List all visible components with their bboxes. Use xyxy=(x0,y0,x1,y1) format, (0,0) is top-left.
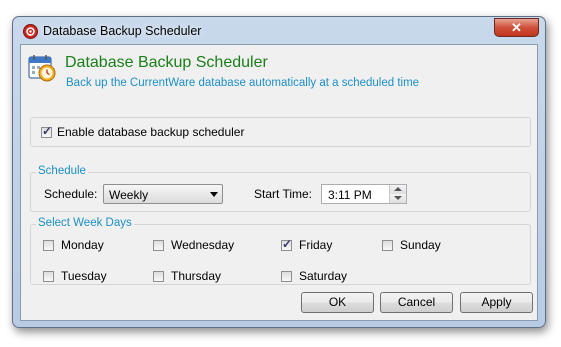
sunday-checkbox[interactable] xyxy=(382,240,393,251)
start-time-input[interactable]: 3:11 PM xyxy=(321,184,407,204)
header-subtitle: Back up the CurrentWare database automat… xyxy=(66,77,420,89)
thursday-checkbox[interactable] xyxy=(153,271,164,282)
chevron-down-icon xyxy=(210,192,218,197)
enable-scheduler-label: Enable database backup scheduler xyxy=(57,125,245,139)
enable-scheduler-checkbox[interactable] xyxy=(41,124,52,138)
wednesday-checkbox[interactable] xyxy=(153,240,164,251)
calendar-clock-icon xyxy=(28,55,56,82)
cancel-button[interactable]: Cancel xyxy=(380,292,453,313)
wednesday-label: Wednesday xyxy=(171,238,235,252)
saturday-label: Saturday xyxy=(299,269,348,283)
tuesday-checkbox[interactable] xyxy=(43,271,54,282)
sunday-label: Sunday xyxy=(400,238,441,252)
monday-checkbox[interactable] xyxy=(43,240,54,251)
week-days-legend: Select Week Days xyxy=(36,217,134,229)
dialog-content: Database Backup Scheduler Back up the Cu… xyxy=(20,44,538,321)
time-spinner[interactable] xyxy=(389,185,406,203)
monday-label: Monday xyxy=(61,238,104,252)
dialog-window: Database Backup Scheduler ✕ Database Bac… xyxy=(12,16,546,328)
apply-button[interactable]: Apply xyxy=(460,292,533,313)
title-bar[interactable]: Database Backup Scheduler ✕ xyxy=(13,17,545,45)
spin-down-icon[interactable] xyxy=(390,194,406,203)
week-days-group: Select Week Days Monday Wednesday Friday… xyxy=(30,217,531,285)
spin-up-icon[interactable] xyxy=(390,185,406,194)
header-title: Database Backup Scheduler xyxy=(65,54,268,71)
thursday-label: Thursday xyxy=(171,269,222,283)
friday-checkbox[interactable] xyxy=(281,237,292,251)
schedule-legend: Schedule xyxy=(36,165,88,177)
app-logo-icon xyxy=(23,24,38,39)
ok-button[interactable]: OK xyxy=(301,292,374,313)
tuesday-label: Tuesday xyxy=(61,269,107,283)
friday-label: Friday xyxy=(299,238,333,252)
schedule-select[interactable]: Weekly xyxy=(103,184,223,204)
start-time-value: 3:11 PM xyxy=(328,188,372,202)
close-icon: ✕ xyxy=(511,20,522,35)
enable-group: Enable database backup scheduler xyxy=(30,117,531,147)
start-time-label: Start Time: xyxy=(254,187,313,201)
schedule-value: Weekly xyxy=(109,188,149,202)
window-title: Database Backup Scheduler xyxy=(43,24,202,38)
saturday-checkbox[interactable] xyxy=(281,271,292,282)
schedule-label: Schedule: xyxy=(44,187,98,201)
close-button[interactable]: ✕ xyxy=(494,18,539,37)
schedule-group: Schedule Schedule: Weekly Start Time: 3:… xyxy=(30,165,531,212)
